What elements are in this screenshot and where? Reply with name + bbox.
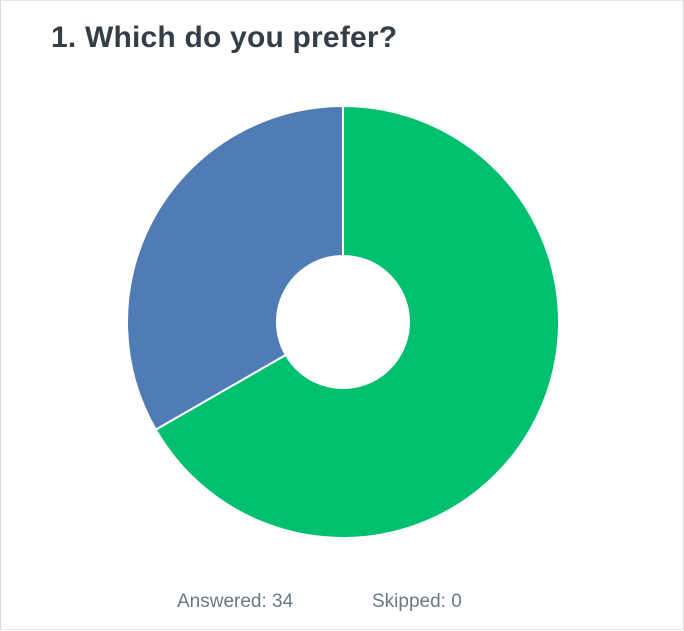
response-stats: Answered: 34 Skipped: 0 (1, 589, 684, 619)
skipped-count: Skipped: 0 (372, 591, 462, 612)
question-summary-card: 1. Which do you prefer? Answered: 34 Ski… (0, 0, 684, 630)
answered-count: Answered: 34 (177, 591, 294, 612)
donut-chart (126, 104, 560, 539)
